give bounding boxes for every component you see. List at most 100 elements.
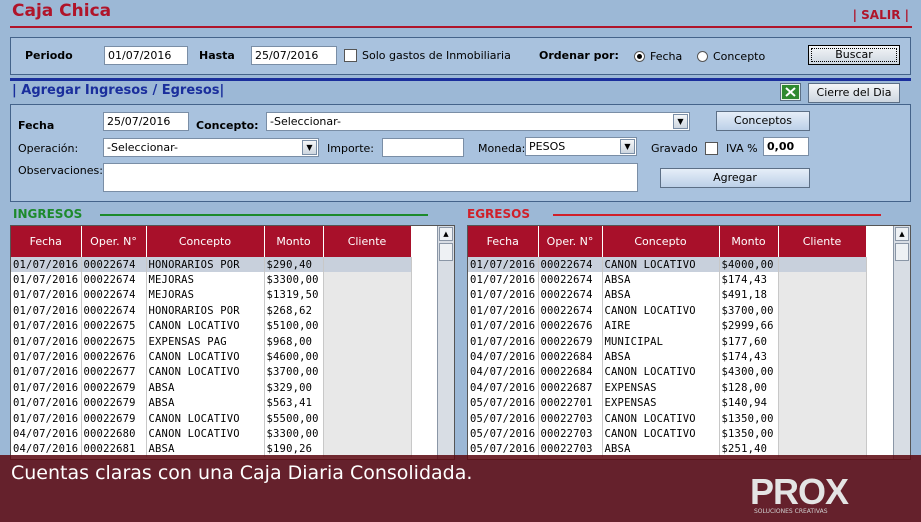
cell-monto: $4300,00 <box>719 364 779 381</box>
table-row[interactable]: 01/07/2016 00022674 HONORARIOS POR $268,62 <box>11 303 412 319</box>
egresos-col-concepto[interactable]: Concepto <box>602 226 720 257</box>
table-row[interactable]: 01/07/2016 00022675 EXPENSAS PAG $968,00 <box>11 333 412 350</box>
cell-oper: 00022703 <box>538 426 603 442</box>
ingresos-col-oper[interactable]: Oper. N° <box>81 226 147 257</box>
table-row[interactable]: 01/07/2016 00022675 CANON LOCATIVO $5100,00 <box>11 318 412 334</box>
cell-monto: $491,18 <box>719 287 779 304</box>
hasta-label: Hasta <box>199 49 235 62</box>
table-row[interactable]: 05/07/2016 00022703 CANON LOCATIVO $1350,00 <box>468 426 867 442</box>
cell-monto: $3700,00 <box>264 364 324 381</box>
cell-monto: $2999,66 <box>719 318 779 334</box>
cell-fecha: 04/07/2016 <box>468 349 539 365</box>
cell-cliente <box>778 364 867 381</box>
cell-concepto: ABSA <box>146 395 265 411</box>
scroll-up-icon[interactable]: ▲ <box>895 227 909 241</box>
cell-concepto: HONORARIOS POR <box>146 257 265 273</box>
order-concepto-radio[interactable] <box>697 51 708 62</box>
table-row[interactable]: 01/07/2016 00022679 MUNICIPAL $177,60 <box>468 333 867 350</box>
table-row[interactable]: 04/07/2016 00022680 CANON LOCATIVO $3300,00 <box>11 426 412 442</box>
cell-monto: $329,00 <box>264 380 324 396</box>
table-row[interactable]: 01/07/2016 00022674 MEJORAS $1319,50 <box>11 287 412 304</box>
conceptos-button[interactable]: Conceptos <box>716 111 810 131</box>
ingresos-scrollbar[interactable]: ▲ <box>437 226 454 459</box>
gravado-checkbox[interactable] <box>705 142 718 155</box>
table-row[interactable]: 04/07/2016 00022684 ABSA $174,43 <box>468 349 867 365</box>
app-title: Caja Chica <box>12 1 112 21</box>
table-row[interactable]: 01/07/2016 00022676 AIRE $2999,66 <box>468 318 867 334</box>
cell-fecha: 01/07/2016 <box>11 287 82 304</box>
cell-concepto: ABSA <box>146 380 265 396</box>
cell-oper: 00022687 <box>538 380 603 396</box>
hasta-input[interactable]: 25/07/2016 <box>251 46 337 65</box>
table-row[interactable]: 01/07/2016 00022679 ABSA $329,00 <box>11 380 412 396</box>
operacion-select[interactable]: -Seleccionar- ▼ <box>103 138 319 157</box>
cell-cliente <box>778 426 867 442</box>
table-row[interactable]: 04/07/2016 00022687 EXPENSAS $128,00 <box>468 380 867 396</box>
chevron-down-icon[interactable]: ▼ <box>620 139 635 154</box>
operacion-label: Operación: <box>18 142 79 155</box>
cell-monto: $3300,00 <box>264 426 324 442</box>
table-row[interactable]: 05/07/2016 00022701 EXPENSAS $140,94 <box>468 395 867 411</box>
cell-concepto: EXPENSAS <box>602 380 720 396</box>
table-row[interactable]: 04/07/2016 00022684 CANON LOCATIVO $4300,00 <box>468 364 867 381</box>
ingresos-col-concepto[interactable]: Concepto <box>146 226 265 257</box>
solo-inmobiliaria-checkbox[interactable] <box>344 49 357 62</box>
logout-link[interactable]: | SALIR | <box>853 8 909 22</box>
cierre-dia-button[interactable]: Cierre del Dia <box>808 83 900 103</box>
fecha-input[interactable]: 25/07/2016 <box>103 112 189 131</box>
cell-cliente <box>778 333 867 350</box>
table-row[interactable]: 01/07/2016 00022674 HONORARIOS POR $290,40 <box>11 257 412 273</box>
cell-concepto: CANON LOCATIVO <box>146 318 265 334</box>
excel-export-icon[interactable] <box>780 83 801 101</box>
cell-concepto: AIRE <box>602 318 720 334</box>
cell-cliente <box>323 410 412 427</box>
table-row[interactable]: 01/07/2016 00022674 MEJORAS $3300,00 <box>11 272 412 288</box>
chevron-down-icon[interactable]: ▼ <box>302 140 317 155</box>
ordenar-label: Ordenar por: <box>539 49 619 62</box>
periodo-input[interactable]: 01/07/2016 <box>104 46 188 65</box>
egresos-col-monto[interactable]: Monto <box>719 226 779 257</box>
buscar-button[interactable]: Buscar <box>808 45 900 65</box>
egresos-scrollbar[interactable]: ▲ <box>893 226 910 459</box>
cell-fecha: 01/07/2016 <box>11 333 82 350</box>
cell-fecha: 04/07/2016 <box>468 364 539 381</box>
cell-oper: 00022675 <box>81 333 147 350</box>
table-row[interactable]: 05/07/2016 00022703 CANON LOCATIVO $1350,00 <box>468 410 867 427</box>
observaciones-input[interactable] <box>103 163 638 192</box>
cell-fecha: 01/07/2016 <box>11 349 82 365</box>
cell-oper: 00022674 <box>81 287 147 304</box>
table-row[interactable]: 01/07/2016 00022674 CANON LOCATIVO $3700,00 <box>468 303 867 319</box>
scroll-thumb[interactable] <box>439 243 453 261</box>
cell-cliente <box>778 349 867 365</box>
section-divider <box>10 78 911 81</box>
agregar-button[interactable]: Agregar <box>660 168 810 188</box>
concepto-select[interactable]: -Seleccionar- ▼ <box>266 112 690 131</box>
table-row[interactable]: 01/07/2016 00022674 CANON LOCATIVO $4000,00 <box>468 257 867 273</box>
table-row[interactable]: 01/07/2016 00022679 CANON LOCATIVO $5500,00 <box>11 410 412 427</box>
cell-concepto: CANON LOCATIVO <box>146 426 265 442</box>
order-fecha-radio[interactable] <box>634 51 645 62</box>
egresos-col-cliente[interactable]: Cliente <box>778 226 867 257</box>
iva-input[interactable]: 0,00 <box>763 137 809 156</box>
ingresos-col-cliente[interactable]: Cliente <box>323 226 412 257</box>
cell-concepto: CANON LOCATIVO <box>602 257 720 273</box>
egresos-col-fecha[interactable]: Fecha <box>468 226 539 257</box>
cell-cliente <box>778 410 867 427</box>
scroll-up-icon[interactable]: ▲ <box>439 227 453 241</box>
moneda-select[interactable]: PESOS ▼ <box>525 137 637 156</box>
cell-cliente <box>323 272 412 288</box>
table-row[interactable]: 01/07/2016 00022677 CANON LOCATIVO $3700,00 <box>11 364 412 381</box>
table-row[interactable]: 01/07/2016 00022676 CANON LOCATIVO $4600,00 <box>11 349 412 365</box>
top-bar: Caja Chica | SALIR | <box>0 0 921 34</box>
ingresos-col-monto[interactable]: Monto <box>264 226 324 257</box>
ingresos-col-fecha[interactable]: Fecha <box>11 226 82 257</box>
table-row[interactable]: 01/07/2016 00022674 ABSA $174,43 <box>468 272 867 288</box>
table-row[interactable]: 01/07/2016 00022679 ABSA $563,41 <box>11 395 412 411</box>
importe-input[interactable] <box>382 138 464 157</box>
cell-fecha: 04/07/2016 <box>11 426 82 442</box>
cell-oper: 00022674 <box>81 272 147 288</box>
egresos-col-oper[interactable]: Oper. N° <box>538 226 603 257</box>
table-row[interactable]: 01/07/2016 00022674 ABSA $491,18 <box>468 287 867 304</box>
chevron-down-icon[interactable]: ▼ <box>673 114 688 129</box>
scroll-thumb[interactable] <box>895 243 909 261</box>
